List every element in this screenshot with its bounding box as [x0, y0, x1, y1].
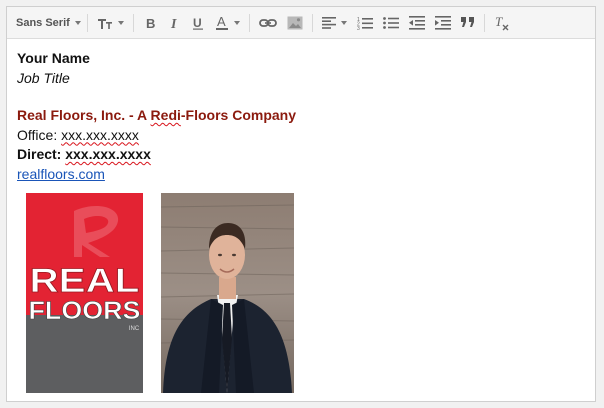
- quote-button[interactable]: [456, 11, 480, 35]
- signature-website-line: realfloors.com: [17, 165, 595, 185]
- svg-text:A: A: [217, 15, 226, 29]
- logo-wordmark: REAL FLOORS INC: [28, 262, 141, 332]
- underline-icon: U: [192, 16, 203, 30]
- toolbar-divider: [483, 13, 485, 32]
- text-color-button[interactable]: A: [210, 11, 245, 35]
- toolbar-divider: [86, 13, 88, 32]
- headshot-image: [161, 193, 294, 393]
- signature-name: Your Name: [17, 50, 90, 66]
- email-signature-editor: Sans Serif B I U A 1 2 3 T Your Name Job…: [6, 6, 596, 402]
- signature-company: Real Floors, Inc. - A Redi-Floors Compan…: [17, 106, 595, 126]
- direct-label: Direct:: [17, 146, 66, 162]
- chevron-down-icon: [340, 20, 347, 25]
- bulleted-list-button[interactable]: [378, 11, 404, 35]
- svg-text:T: T: [495, 15, 503, 29]
- link-icon: [258, 18, 277, 27]
- bulleted-list-icon: [382, 16, 399, 29]
- remove-formatting-icon: T: [495, 15, 509, 30]
- italic-button[interactable]: I: [162, 11, 186, 35]
- signature-job-title: Job Title: [17, 69, 70, 86]
- italic-icon: I: [170, 17, 177, 30]
- svg-text:I: I: [170, 17, 177, 30]
- chevron-down-icon: [74, 20, 81, 25]
- headshot-photo[interactable]: [161, 193, 294, 393]
- company-prefix: Real Floors, Inc. - A: [17, 107, 151, 123]
- direct-number: xxx.xxx.xxxx: [65, 146, 151, 162]
- font-size-button[interactable]: [92, 11, 129, 35]
- toolbar-divider: [311, 13, 313, 32]
- svg-text:U: U: [193, 16, 202, 30]
- font-family-label: Sans Serif: [16, 16, 70, 29]
- numbered-list-button[interactable]: 1 2 3: [352, 11, 378, 35]
- signature-body[interactable]: Your Name Job Title Real Floors, Inc. - …: [17, 49, 595, 184]
- indent-less-icon: [408, 15, 425, 30]
- logo-text-real: REAL: [30, 262, 140, 300]
- chevron-down-icon: [233, 20, 240, 25]
- company-suffix: -Floors Company: [180, 107, 297, 123]
- signature-office-line: Office: xxx.xxx.xxxx: [17, 126, 595, 146]
- company-logo[interactable]: REAL FLOORS INC: [26, 193, 143, 393]
- numbered-list-icon: 1 2 3: [357, 17, 373, 30]
- insert-image-button[interactable]: [282, 11, 308, 35]
- logo-text-inc: INC: [129, 326, 140, 332]
- signature-direct-line: Direct: xxx.xxx.xxxx: [17, 145, 595, 165]
- website-link[interactable]: realfloors.com: [17, 166, 105, 182]
- svg-text:3: 3: [357, 26, 360, 30]
- toolbar-divider: [248, 13, 250, 32]
- underline-button[interactable]: U: [186, 11, 210, 35]
- insert-link-button[interactable]: [254, 11, 282, 35]
- chevron-down-icon: [117, 20, 124, 25]
- toolbar-divider: [132, 13, 134, 32]
- image-icon: [287, 16, 303, 29]
- align-button[interactable]: [317, 11, 352, 35]
- font-size-icon: [97, 18, 112, 29]
- company-redi: Redi: [150, 107, 181, 123]
- text-color-icon: A: [215, 15, 228, 30]
- formatting-toolbar: Sans Serif B I U A 1 2 3 T: [7, 7, 595, 39]
- remove-formatting-button[interactable]: T: [489, 11, 515, 35]
- bold-icon: B: [146, 16, 155, 30]
- align-icon: [321, 16, 336, 29]
- indent-more-icon: [434, 15, 451, 30]
- bold-button[interactable]: B: [138, 11, 162, 35]
- office-label: Office:: [17, 126, 62, 143]
- indent-more-button[interactable]: [430, 11, 456, 35]
- svg-text:B: B: [146, 16, 155, 30]
- logo-text-floors: FLOORS: [29, 297, 141, 325]
- font-family-select[interactable]: Sans Serif: [11, 11, 83, 35]
- quote-icon: [460, 16, 474, 27]
- office-number: xxx.xxx.xxxx: [61, 126, 139, 143]
- indent-less-button[interactable]: [404, 11, 430, 35]
